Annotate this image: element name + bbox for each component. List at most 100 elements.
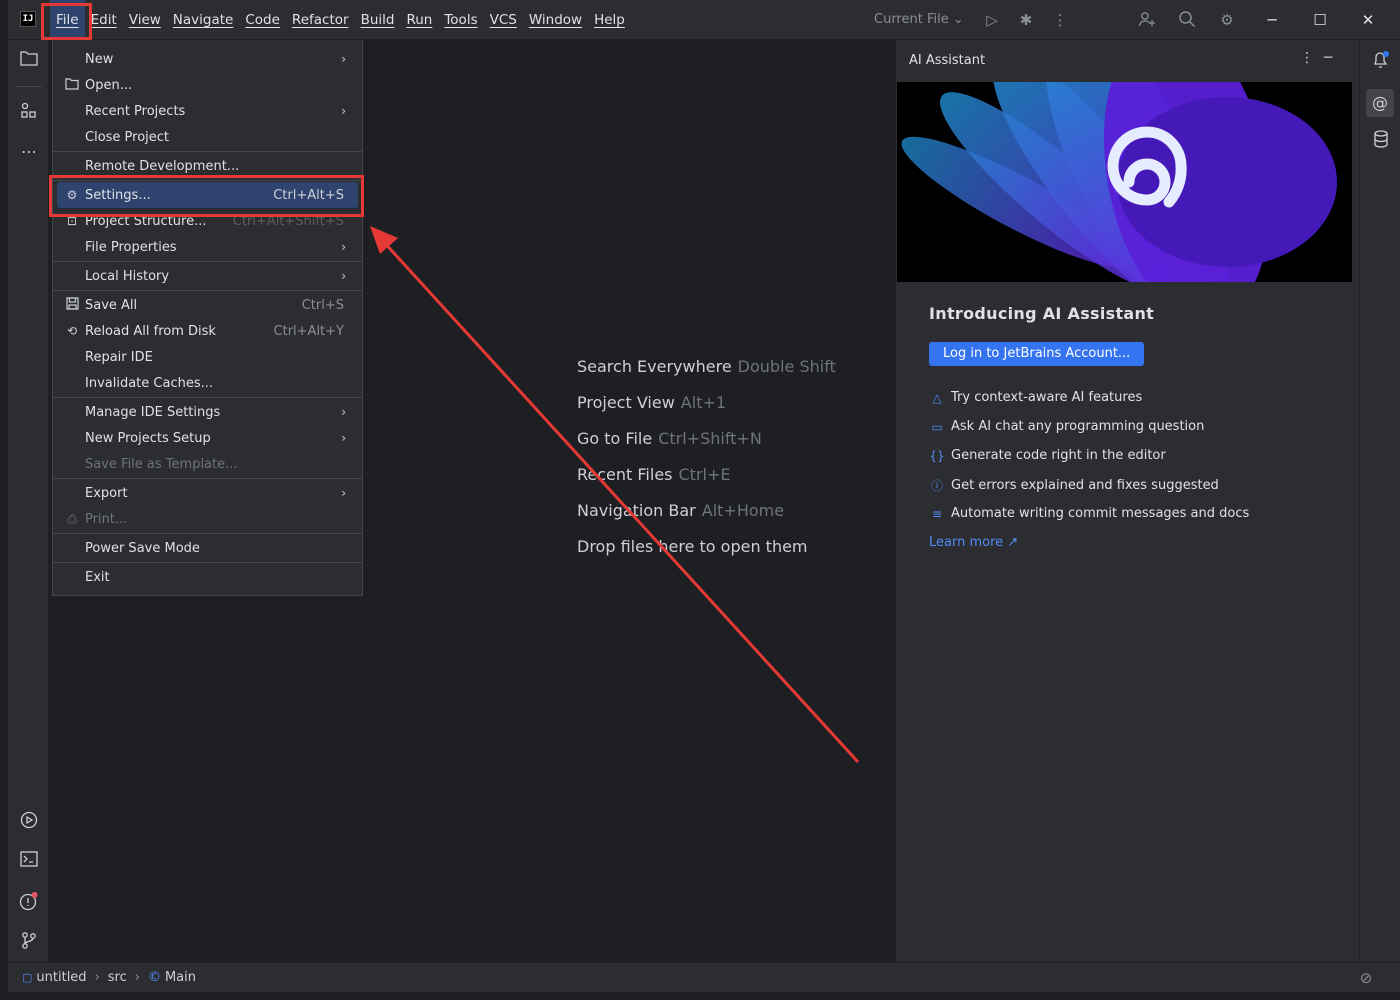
- chat-bubble-icon: ▭: [929, 420, 945, 434]
- menu-run[interactable]: Run: [400, 0, 438, 40]
- status-bar: ▢ untitled › src › © Main ⊘: [8, 962, 1400, 992]
- menu-item-export[interactable]: Export›: [57, 480, 358, 506]
- chevron-right-icon: ›: [341, 104, 346, 118]
- panel-minimize-icon[interactable]: ─: [1324, 50, 1332, 66]
- file-menu-dropdown: New› Open... Recent Projects› Close Proj…: [52, 40, 363, 596]
- menu-navigate[interactable]: Navigate: [167, 0, 240, 40]
- chevron-right-icon: ›: [341, 431, 346, 445]
- ai-assistant-spiral-icon[interactable]: @: [1366, 89, 1394, 117]
- triangle-nodes-icon: △: [929, 391, 945, 405]
- more-actions-icon[interactable]: ⋮: [1050, 10, 1070, 30]
- menu-item-exit[interactable]: Exit: [57, 564, 358, 590]
- module-icon: ▢: [22, 971, 32, 984]
- services-icon[interactable]: [18, 811, 40, 833]
- menu-separator: [53, 533, 362, 534]
- menu-separator: [53, 562, 362, 563]
- menu-item-new-projects-setup[interactable]: New Projects Setup›: [57, 425, 358, 451]
- intellij-logo-icon[interactable]: IJ: [20, 11, 36, 27]
- menu-item-manage-ide-settings[interactable]: Manage IDE Settings›: [57, 399, 358, 425]
- menu-build[interactable]: Build: [355, 0, 401, 40]
- left-tool-strip: ⋯: [8, 40, 49, 962]
- feature-item: ▭Ask AI chat any programming question: [929, 419, 1204, 434]
- print-icon: ⎙: [63, 512, 81, 527]
- menu-tools[interactable]: Tools: [438, 0, 483, 40]
- question-circle-icon: ⓘ: [929, 477, 945, 494]
- title-bar: IJ File Edit View Navigate Code Refactor…: [8, 0, 1400, 40]
- login-jetbrains-button[interactable]: Log in to JetBrains Account...: [929, 342, 1144, 366]
- menu-item-file-properties[interactable]: File Properties›: [57, 234, 358, 260]
- hint-search-everywhere: Search EverywhereDouble Shift: [577, 357, 836, 376]
- right-tool-strip: @: [1359, 40, 1400, 962]
- menu-item-repair-ide[interactable]: Repair IDE: [57, 344, 358, 370]
- chevron-right-icon: ›: [135, 970, 140, 985]
- folder-icon: [63, 78, 81, 93]
- breadcrumb-project[interactable]: untitled: [36, 970, 86, 985]
- menu-separator: [53, 397, 362, 398]
- project-folder-icon[interactable]: [18, 50, 40, 72]
- database-icon[interactable]: [1370, 130, 1392, 152]
- menu-item-new[interactable]: New›: [57, 46, 358, 72]
- learn-more-link[interactable]: Learn more ↗: [929, 535, 1018, 550]
- run-configuration-dropdown[interactable]: Current File ⌄: [874, 12, 964, 27]
- git-branch-icon[interactable]: [18, 931, 40, 953]
- ai-banner-image: [897, 82, 1352, 282]
- breadcrumb-main[interactable]: Main: [165, 970, 196, 985]
- power-save-icon[interactable]: ⊘: [1356, 968, 1376, 988]
- menu-item-print: ⎙Print...: [57, 506, 358, 532]
- terminal-icon[interactable]: [18, 851, 40, 873]
- structure-icon[interactable]: [18, 102, 40, 124]
- feature-item: ⓘGet errors explained and fixes suggeste…: [929, 477, 1219, 494]
- chevron-right-icon: ›: [341, 486, 346, 500]
- menu-separator: [53, 290, 362, 291]
- feature-item: △Try context-aware AI features: [929, 390, 1142, 405]
- problems-icon[interactable]: [18, 891, 40, 913]
- chevron-right-icon: ›: [95, 970, 100, 985]
- file-menu-highlight-box: [41, 3, 92, 40]
- menu-window[interactable]: Window: [523, 0, 588, 40]
- close-icon[interactable]: ✕: [1356, 8, 1380, 32]
- breadcrumb: ▢ untitled › src › © Main: [22, 970, 196, 985]
- class-icon: ©: [148, 970, 161, 985]
- run-icon[interactable]: ▷: [982, 10, 1002, 30]
- ai-intro-title: Introducing AI Assistant: [929, 304, 1154, 323]
- hint-go-to-file: Go to FileCtrl+Shift+N: [577, 429, 762, 448]
- menu-view[interactable]: View: [123, 0, 167, 40]
- chevron-right-icon: ›: [341, 52, 346, 66]
- menu-help[interactable]: Help: [588, 0, 631, 40]
- menu-item-save-all[interactable]: Save AllCtrl+S: [57, 292, 358, 318]
- menu-item-power-save-mode[interactable]: Power Save Mode: [57, 535, 358, 561]
- minimize-icon[interactable]: ─: [1260, 8, 1284, 32]
- hint-navigation-bar: Navigation BarAlt+Home: [577, 501, 784, 520]
- lines-icon: ≡: [929, 507, 945, 521]
- menu-code[interactable]: Code: [239, 0, 286, 40]
- ai-panel-header: AI Assistant: [909, 53, 985, 68]
- menu-item-open[interactable]: Open...: [57, 72, 358, 98]
- menu-bar: File Edit View Navigate Code Refactor Bu…: [50, 0, 631, 40]
- menu-item-invalidate-caches[interactable]: Invalidate Caches...: [57, 370, 358, 396]
- hint-recent-files: Recent FilesCtrl+E: [577, 465, 730, 484]
- notifications-bell-icon[interactable]: [1370, 50, 1392, 72]
- maximize-icon[interactable]: ☐: [1308, 8, 1332, 32]
- menu-separator: [53, 261, 362, 262]
- more-tools-icon[interactable]: ⋯: [18, 141, 40, 163]
- menu-item-recent-projects[interactable]: Recent Projects›: [57, 98, 358, 124]
- ai-assistant-panel: AI Assistant ⋮ ─: [895, 40, 1359, 962]
- menu-separator: [53, 478, 362, 479]
- breadcrumb-src[interactable]: src: [108, 970, 127, 985]
- feature-item: {}Generate code right in the editor: [929, 448, 1166, 463]
- menu-item-close-project[interactable]: Close Project: [57, 124, 358, 150]
- debug-icon[interactable]: ✱: [1016, 10, 1036, 30]
- settings-gear-icon[interactable]: ⚙: [1217, 10, 1237, 30]
- add-user-icon[interactable]: [1137, 10, 1157, 30]
- menu-item-reload-all[interactable]: ⟲Reload All from DiskCtrl+Alt+Y: [57, 318, 358, 344]
- menu-item-local-history[interactable]: Local History›: [57, 263, 358, 289]
- panel-options-icon[interactable]: ⋮: [1300, 50, 1314, 66]
- menu-refactor[interactable]: Refactor: [286, 0, 355, 40]
- search-icon[interactable]: [1177, 10, 1197, 30]
- reload-icon: ⟲: [63, 324, 81, 338]
- save-icon: [63, 297, 81, 313]
- feature-item: ≡Automate writing commit messages and do…: [929, 506, 1249, 521]
- menu-item-save-file-as-template: Save File as Template...: [57, 451, 358, 477]
- menu-vcs[interactable]: VCS: [484, 0, 523, 40]
- hint-drop-files: Drop files here to open them: [577, 537, 808, 556]
